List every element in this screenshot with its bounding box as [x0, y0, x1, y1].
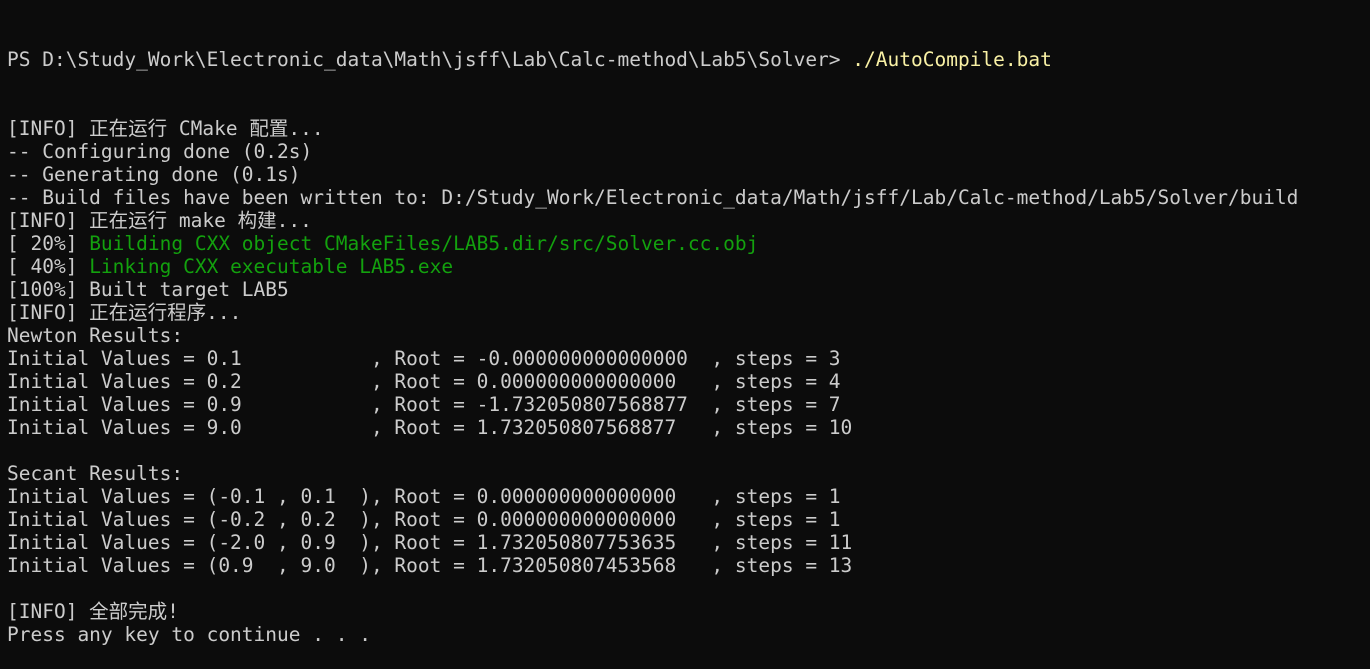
output-line: Initial Values = (-0.2 , 0.2 ), Root = 0… — [7, 508, 1370, 531]
output-text: Initial Values = 0.2 , Root = 0.00000000… — [7, 370, 841, 393]
output-text: [100%] Built target LAB5 — [7, 278, 289, 301]
output-text: -- Build files have been written to: D:/… — [7, 186, 1299, 209]
entered-command: ./AutoCompile.bat — [852, 48, 1052, 71]
output-line: -- Build files have been written to: D:/… — [7, 186, 1370, 209]
output-text: [INFO] 正在运行 make 构建... — [7, 209, 312, 232]
output-line: [INFO] 正在运行 CMake 配置... — [7, 117, 1370, 140]
prompt-line: PS D:\Study_Work\Electronic_data\Math\js… — [7, 48, 1370, 71]
output-line: [100%] Built target LAB5 — [7, 278, 1370, 301]
progress-percent: [ 40%] — [7, 255, 90, 278]
output-line: [INFO] 正在运行 make 构建... — [7, 209, 1370, 232]
output-text: Initial Values = 0.1 , Root = -0.0000000… — [7, 347, 841, 370]
output-text: [INFO] 正在运行 CMake 配置... — [7, 117, 324, 140]
terminal-window[interactable]: PS D:\Study_Work\Electronic_data\Math\js… — [0, 0, 1370, 646]
output-text: [INFO] 正在运行程序... — [7, 301, 242, 324]
output-line: Secant Results: — [7, 462, 1370, 485]
output-line: Initial Values = (0.9 , 9.0 ), Root = 1.… — [7, 554, 1370, 577]
output-text: Initial Values = (-0.1 , 0.1 ), Root = 0… — [7, 485, 841, 508]
output-text: Initial Values = (-2.0 , 0.9 ), Root = 1… — [7, 531, 853, 554]
output-text: Initial Values = 0.9 , Root = -1.7320508… — [7, 393, 841, 416]
progress-percent: [ 20%] — [7, 232, 90, 255]
output-line: [ 40%] Linking CXX executable LAB5.exe — [7, 255, 1370, 278]
output-line: Newton Results: — [7, 324, 1370, 347]
output-text: Newton Results: — [7, 324, 184, 347]
output-line: Initial Values = (-2.0 , 0.9 ), Root = 1… — [7, 531, 1370, 554]
output-text: [INFO] 全部完成! — [7, 600, 179, 623]
output-line: [INFO] 正在运行程序... — [7, 301, 1370, 324]
build-step-message: Building CXX object CMakeFiles/LAB5.dir/… — [89, 232, 759, 255]
build-step-message: Linking CXX executable LAB5.exe — [89, 255, 454, 278]
output-text: Initial Values = 9.0 , Root = 1.73205080… — [7, 416, 853, 439]
output-text: Press any key to continue . . . — [7, 623, 371, 646]
output-line: [ 20%] Building CXX object CMakeFiles/LA… — [7, 232, 1370, 255]
output-line: Initial Values = 0.2 , Root = 0.00000000… — [7, 370, 1370, 393]
output-text: Secant Results: — [7, 462, 184, 485]
shell-prompt: PS D:\Study_Work\Electronic_data\Math\js… — [7, 48, 853, 71]
output-line: Press any key to continue . . . — [7, 623, 1370, 646]
output-line: Initial Values = 9.0 , Root = 1.73205080… — [7, 416, 1370, 439]
output-line: Initial Values = 0.1 , Root = -0.0000000… — [7, 347, 1370, 370]
output-line: Initial Values = (-0.1 , 0.1 ), Root = 0… — [7, 485, 1370, 508]
terminal-output: [INFO] 正在运行 CMake 配置... -- Configuring do… — [7, 117, 1370, 646]
output-text: -- Configuring done (0.2s) — [7, 140, 313, 163]
output-line: [INFO] 全部完成! — [7, 600, 1370, 623]
output-line: -- Configuring done (0.2s) — [7, 140, 1370, 163]
output-text: Initial Values = (0.9 , 9.0 ), Root = 1.… — [7, 554, 853, 577]
output-line: -- Generating done (0.1s) — [7, 163, 1370, 186]
output-line: Initial Values = 0.9 , Root = -1.7320508… — [7, 393, 1370, 416]
output-text: -- Generating done (0.1s) — [7, 163, 301, 186]
output-text: Initial Values = (-0.2 , 0.2 ), Root = 0… — [7, 508, 841, 531]
